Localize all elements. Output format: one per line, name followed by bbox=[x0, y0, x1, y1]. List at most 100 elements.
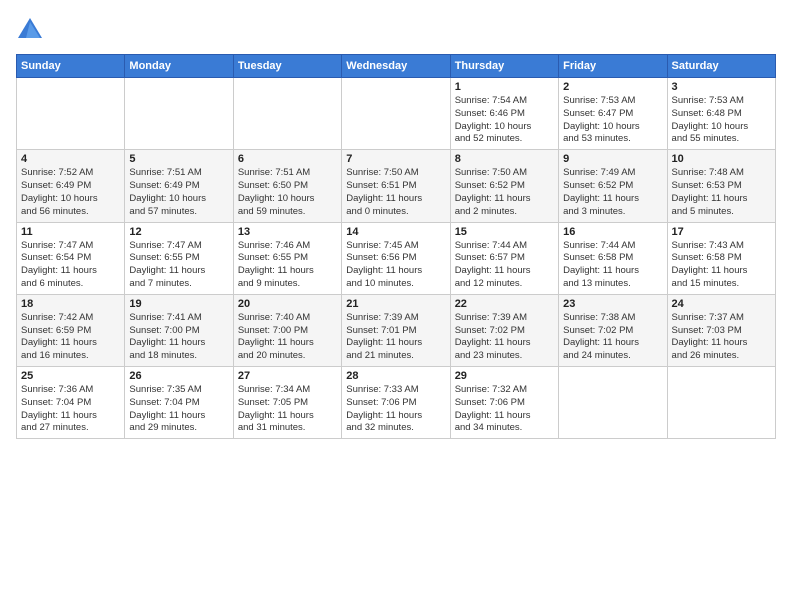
day-info: Sunrise: 7:39 AMSunset: 7:02 PMDaylight:… bbox=[455, 312, 554, 363]
calendar-cell: 21 Sunrise: 7:39 AMSunset: 7:01 PMDayligh… bbox=[342, 294, 450, 366]
day-info: Sunrise: 7:47 AMSunset: 6:54 PMDaylight:… bbox=[21, 240, 120, 291]
calendar-cell: 27 Sunrise: 7:34 AMSunset: 7:05 PMDayligh… bbox=[233, 367, 341, 439]
day-number: 27 bbox=[238, 370, 337, 382]
calendar-cell: 24 Sunrise: 7:37 AMSunset: 7:03 PMDayligh… bbox=[667, 294, 775, 366]
day-number: 12 bbox=[129, 226, 228, 238]
day-number: 4 bbox=[21, 153, 120, 165]
day-number: 24 bbox=[672, 298, 771, 310]
calendar-cell: 10 Sunrise: 7:48 AMSunset: 6:53 PMDayligh… bbox=[667, 150, 775, 222]
day-number: 14 bbox=[346, 226, 445, 238]
day-info: Sunrise: 7:45 AMSunset: 6:56 PMDaylight:… bbox=[346, 240, 445, 291]
day-info: Sunrise: 7:52 AMSunset: 6:49 PMDaylight:… bbox=[21, 167, 120, 218]
page: SundayMondayTuesdayWednesdayThursdayFrid… bbox=[0, 0, 792, 612]
calendar: SundayMondayTuesdayWednesdayThursdayFrid… bbox=[16, 54, 776, 439]
week-row-0: 1Sunrise: 7:54 AMSunset: 6:46 PMDaylight… bbox=[17, 78, 776, 150]
day-info: Sunrise: 7:39 AMSunset: 7:01 PMDaylight:… bbox=[346, 312, 445, 363]
week-row-3: 18 Sunrise: 7:42 AMSunset: 6:59 PMDayligh… bbox=[17, 294, 776, 366]
day-info: Sunrise: 7:53 AMSunset: 6:47 PMDaylight:… bbox=[563, 95, 662, 146]
day-info: Sunrise: 7:38 AMSunset: 7:02 PMDaylight:… bbox=[563, 312, 662, 363]
day-number: 8 bbox=[455, 153, 554, 165]
header-day-sunday: Sunday bbox=[17, 55, 125, 78]
day-number: 28 bbox=[346, 370, 445, 382]
day-number: 16 bbox=[563, 226, 662, 238]
calendar-cell: 3 Sunrise: 7:53 AMSunset: 6:48 PMDaylight… bbox=[667, 78, 775, 150]
day-info: Sunrise: 7:51 AMSunset: 6:50 PMDaylight:… bbox=[238, 167, 337, 218]
day-number: 26 bbox=[129, 370, 228, 382]
day-number: 17 bbox=[672, 226, 771, 238]
day-info: Sunrise: 7:32 AMSunset: 7:06 PMDaylight:… bbox=[455, 384, 554, 435]
day-info: Sunrise: 7:48 AMSunset: 6:53 PMDaylight:… bbox=[672, 167, 771, 218]
header-day-friday: Friday bbox=[559, 55, 667, 78]
calendar-cell: 13 Sunrise: 7:46 AMSunset: 6:55 PMDayligh… bbox=[233, 222, 341, 294]
day-info: Sunrise: 7:50 AMSunset: 6:51 PMDaylight:… bbox=[346, 167, 445, 218]
calendar-cell: 15 Sunrise: 7:44 AMSunset: 6:57 PMDayligh… bbox=[450, 222, 558, 294]
day-info: Sunrise: 7:37 AMSunset: 7:03 PMDaylight:… bbox=[672, 312, 771, 363]
header-row: SundayMondayTuesdayWednesdayThursdayFrid… bbox=[17, 55, 776, 78]
calendar-header: SundayMondayTuesdayWednesdayThursdayFrid… bbox=[17, 55, 776, 78]
logo-icon bbox=[16, 16, 44, 44]
day-info: Sunrise: 7:41 AMSunset: 7:00 PMDaylight:… bbox=[129, 312, 228, 363]
calendar-cell: 17 Sunrise: 7:43 AMSunset: 6:58 PMDayligh… bbox=[667, 222, 775, 294]
day-info: Sunrise: 7:49 AMSunset: 6:52 PMDaylight:… bbox=[563, 167, 662, 218]
calendar-cell: 23 Sunrise: 7:38 AMSunset: 7:02 PMDayligh… bbox=[559, 294, 667, 366]
day-info: Sunrise: 7:34 AMSunset: 7:05 PMDaylight:… bbox=[238, 384, 337, 435]
calendar-cell bbox=[342, 78, 450, 150]
day-number: 22 bbox=[455, 298, 554, 310]
day-number: 9 bbox=[563, 153, 662, 165]
day-info: Sunrise: 7:54 AMSunset: 6:46 PMDaylight:… bbox=[455, 95, 554, 146]
week-row-2: 11 Sunrise: 7:47 AMSunset: 6:54 PMDayligh… bbox=[17, 222, 776, 294]
calendar-cell: 7 Sunrise: 7:50 AMSunset: 6:51 PMDaylight… bbox=[342, 150, 450, 222]
day-number: 18 bbox=[21, 298, 120, 310]
header-day-wednesday: Wednesday bbox=[342, 55, 450, 78]
day-number: 6 bbox=[238, 153, 337, 165]
day-info: Sunrise: 7:42 AMSunset: 6:59 PMDaylight:… bbox=[21, 312, 120, 363]
day-number: 20 bbox=[238, 298, 337, 310]
header-day-monday: Monday bbox=[125, 55, 233, 78]
day-number: 7 bbox=[346, 153, 445, 165]
calendar-cell: 6 Sunrise: 7:51 AMSunset: 6:50 PMDaylight… bbox=[233, 150, 341, 222]
header bbox=[16, 16, 776, 44]
calendar-cell: 19 Sunrise: 7:41 AMSunset: 7:00 PMDayligh… bbox=[125, 294, 233, 366]
day-number: 25 bbox=[21, 370, 120, 382]
day-number: 3 bbox=[672, 81, 771, 93]
day-number: 29 bbox=[455, 370, 554, 382]
day-info: Sunrise: 7:44 AMSunset: 6:57 PMDaylight:… bbox=[455, 240, 554, 291]
calendar-cell: 2 Sunrise: 7:53 AMSunset: 6:47 PMDaylight… bbox=[559, 78, 667, 150]
calendar-cell bbox=[125, 78, 233, 150]
header-day-thursday: Thursday bbox=[450, 55, 558, 78]
calendar-cell: 9 Sunrise: 7:49 AMSunset: 6:52 PMDaylight… bbox=[559, 150, 667, 222]
day-info: Sunrise: 7:47 AMSunset: 6:55 PMDaylight:… bbox=[129, 240, 228, 291]
calendar-cell bbox=[233, 78, 341, 150]
day-number: 19 bbox=[129, 298, 228, 310]
day-info: Sunrise: 7:35 AMSunset: 7:04 PMDaylight:… bbox=[129, 384, 228, 435]
calendar-cell bbox=[667, 367, 775, 439]
calendar-cell: 28 Sunrise: 7:33 AMSunset: 7:06 PMDayligh… bbox=[342, 367, 450, 439]
day-info: Sunrise: 7:51 AMSunset: 6:49 PMDaylight:… bbox=[129, 167, 228, 218]
calendar-cell: 8Sunrise: 7:50 AMSunset: 6:52 PMDaylight… bbox=[450, 150, 558, 222]
day-number: 15 bbox=[455, 226, 554, 238]
day-number: 11 bbox=[21, 226, 120, 238]
day-number: 5 bbox=[129, 153, 228, 165]
header-day-saturday: Saturday bbox=[667, 55, 775, 78]
day-number: 13 bbox=[238, 226, 337, 238]
calendar-cell: 4 Sunrise: 7:52 AMSunset: 6:49 PMDaylight… bbox=[17, 150, 125, 222]
day-info: Sunrise: 7:43 AMSunset: 6:58 PMDaylight:… bbox=[672, 240, 771, 291]
day-number: 23 bbox=[563, 298, 662, 310]
calendar-cell: 18 Sunrise: 7:42 AMSunset: 6:59 PMDayligh… bbox=[17, 294, 125, 366]
day-number: 2 bbox=[563, 81, 662, 93]
day-info: Sunrise: 7:44 AMSunset: 6:58 PMDaylight:… bbox=[563, 240, 662, 291]
calendar-cell: 22 Sunrise: 7:39 AMSunset: 7:02 PMDayligh… bbox=[450, 294, 558, 366]
day-number: 21 bbox=[346, 298, 445, 310]
day-info: Sunrise: 7:46 AMSunset: 6:55 PMDaylight:… bbox=[238, 240, 337, 291]
calendar-cell: 1Sunrise: 7:54 AMSunset: 6:46 PMDaylight… bbox=[450, 78, 558, 150]
day-info: Sunrise: 7:53 AMSunset: 6:48 PMDaylight:… bbox=[672, 95, 771, 146]
calendar-cell: 20 Sunrise: 7:40 AMSunset: 7:00 PMDayligh… bbox=[233, 294, 341, 366]
calendar-cell: 25Sunrise: 7:36 AMSunset: 7:04 PMDayligh… bbox=[17, 367, 125, 439]
day-info: Sunrise: 7:40 AMSunset: 7:00 PMDaylight:… bbox=[238, 312, 337, 363]
header-day-tuesday: Tuesday bbox=[233, 55, 341, 78]
calendar-cell bbox=[17, 78, 125, 150]
calendar-cell: 26 Sunrise: 7:35 AMSunset: 7:04 PMDayligh… bbox=[125, 367, 233, 439]
day-info: Sunrise: 7:33 AMSunset: 7:06 PMDaylight:… bbox=[346, 384, 445, 435]
calendar-cell: 12 Sunrise: 7:47 AMSunset: 6:55 PMDayligh… bbox=[125, 222, 233, 294]
day-number: 10 bbox=[672, 153, 771, 165]
